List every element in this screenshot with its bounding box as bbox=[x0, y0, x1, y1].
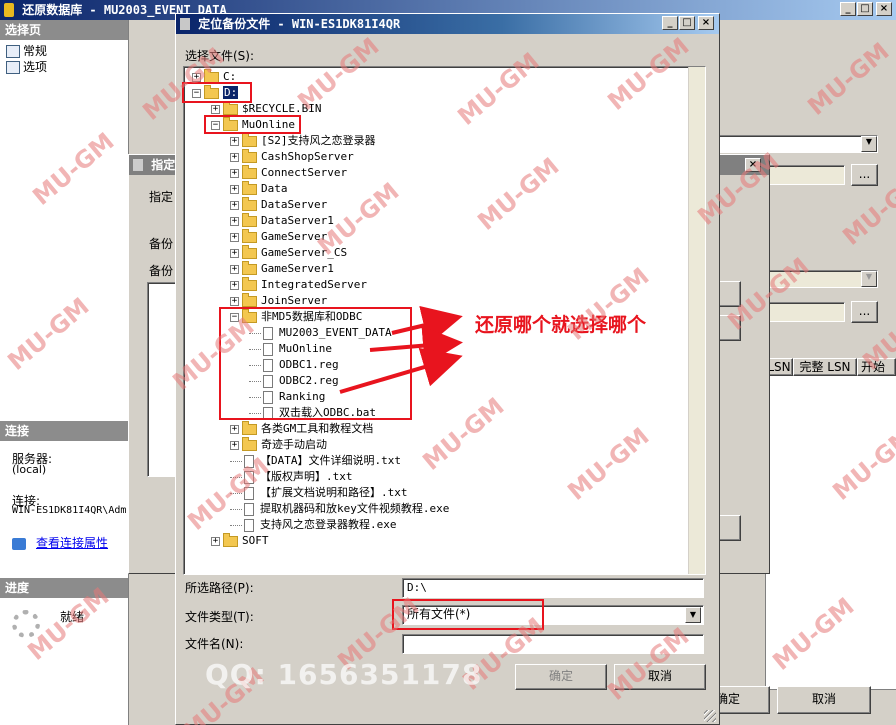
annotation-text: 还原哪个就选择哪个 bbox=[475, 314, 647, 336]
arrow-1 bbox=[391, 305, 463, 345]
arrow-3 bbox=[339, 347, 463, 394]
arrow-2 bbox=[369, 325, 463, 366]
annotation-arrows bbox=[339, 305, 463, 394]
